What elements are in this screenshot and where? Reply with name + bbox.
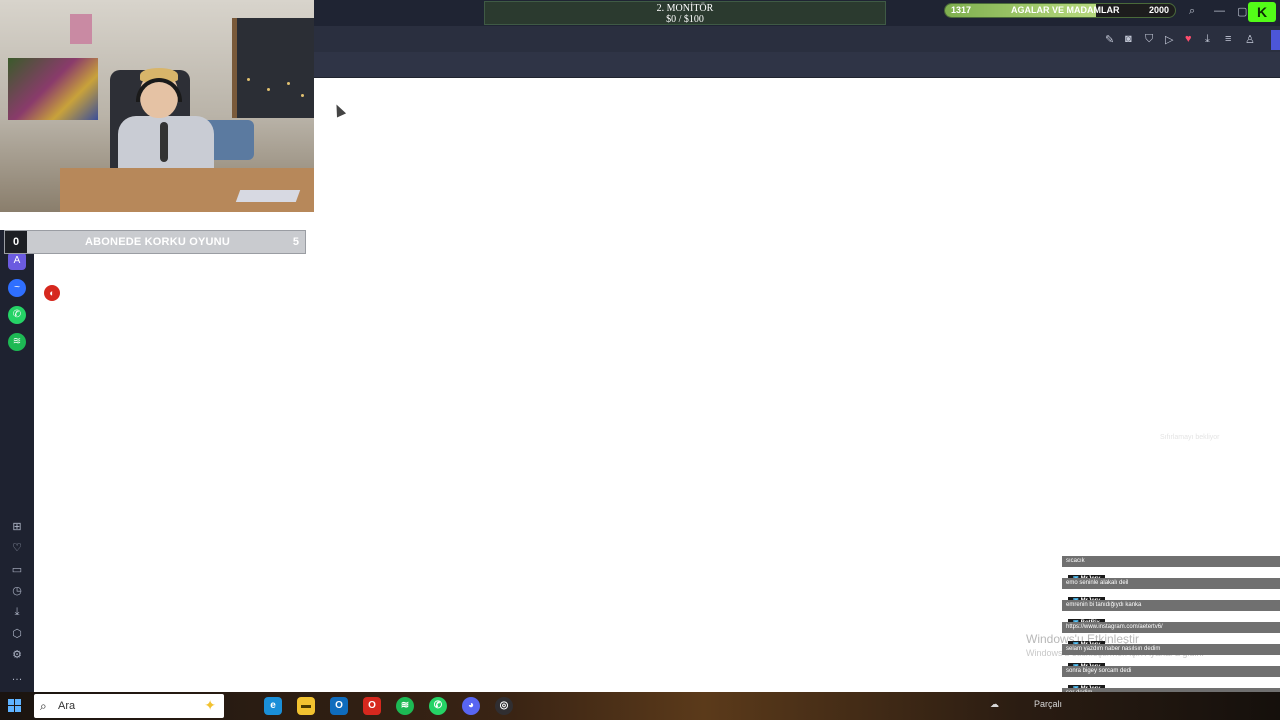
menu-icon[interactable]: ≡ (1225, 33, 1231, 45)
chat-username-row: ▣MrJery (1062, 655, 1280, 672)
chat-username-row: ▣MrJery (1062, 589, 1280, 606)
start-icon[interactable] (8, 699, 22, 713)
heart-icon[interactable]: ♥ (1185, 33, 1192, 45)
browser-sidebar: A ~ ✆ ≋ ⊞ ♡ ▭ ◷ ⤓ ⬡ ⚙ … (0, 230, 34, 692)
sub-goal-target: 2000 (1148, 5, 1169, 15)
goal-label: ABONEDE KORKU OYUNU (85, 236, 230, 248)
chat-username-row: ▣MrJery (1062, 633, 1280, 650)
room-window (232, 18, 314, 118)
chat-username-row: ▣MrJery (1062, 677, 1280, 694)
chat-message-text: emrenin bi tanıdığıydı kanka (1062, 600, 1280, 611)
aria-icon[interactable]: A (8, 252, 26, 270)
grid-icon[interactable]: ⊞ (10, 520, 24, 534)
goal-current: 0 (5, 231, 27, 253)
spotify-icon[interactable]: ≋ (8, 333, 26, 351)
shield-icon[interactable]: ⛉ (1145, 33, 1153, 46)
message-icon[interactable]: ▭ (10, 563, 24, 577)
heart-icon[interactable]: ♡ (10, 541, 24, 555)
chat-username-row: ▣BotRix (1062, 611, 1280, 628)
wall-poster (8, 58, 98, 120)
faint-status-text: Sıfırlamayı bekliyor (1160, 434, 1220, 441)
monitor-title: 2. MONİTÖR (656, 3, 714, 14)
opera-gx-icon[interactable]: ◐ (44, 285, 60, 301)
sub-goal-label: AGALAR VE MADAMLAR (1011, 5, 1120, 15)
chat-message-row: sıcacık (1062, 556, 1280, 567)
browser-toolbar: ✎ ◙ ⛉ ▷ ♥ ⤓ ≡ ♙ (314, 26, 1280, 52)
chat-message-row: https://www.instagram.com/aetertv6/ (1062, 622, 1280, 633)
discord-icon[interactable]: ◕ (462, 697, 480, 715)
camera-icon[interactable]: ◙ (1125, 33, 1132, 45)
keyboard (235, 190, 301, 202)
chat-message-row: emo seninle alakalı deil (1062, 578, 1280, 589)
goal-target: 5 (292, 236, 299, 248)
explorer-icon[interactable]: ▬ (297, 697, 315, 715)
chat-message-text: sıcacık (1062, 556, 1280, 567)
settings-icon[interactable]: ⚙ (10, 648, 24, 662)
spotify-icon[interactable]: ≋ (396, 697, 414, 715)
wall-poster-small (70, 14, 92, 44)
webcam-feed (0, 0, 314, 212)
kick-logo: K (1248, 2, 1276, 22)
tab-strip (314, 52, 1280, 78)
sub-goal-current: 1317 (951, 5, 972, 15)
chat-message-text: selam yazdım naber nasılsın dedim (1062, 644, 1280, 655)
minimize-icon[interactable]: — (1214, 5, 1225, 17)
search-placeholder: Ara (58, 700, 76, 712)
chat-message-row: selam yazdım naber nasılsın dedim (1062, 644, 1280, 655)
download-icon[interactable]: ⤓ (1205, 33, 1210, 46)
weather-text: Parçalı (1034, 699, 1063, 709)
chat-message-text: https://www.instagram.com/aetertv6/ (1062, 622, 1280, 633)
chat-message-row: emrenin bi tanıdığıydı kanka (1062, 600, 1280, 611)
profile-icon[interactable]: ♙ (1245, 33, 1255, 46)
play-icon[interactable]: ▷ (1165, 33, 1173, 46)
sub-goal-widget: 0 ABONEDE KORKU OYUNU 5 (4, 230, 306, 254)
weather-icon[interactable]: ☁ (990, 699, 999, 710)
search-icon: ⌕ (40, 699, 47, 713)
copilot-spark-icon: ✦ (204, 697, 216, 713)
obs-icon[interactable]: ◎ (495, 697, 513, 715)
box-icon[interactable]: ⬡ (10, 627, 24, 641)
edge-icon[interactable]: e (264, 697, 282, 715)
search-icon[interactable]: ⌕ (1189, 5, 1195, 18)
whatsapp-icon[interactable]: ✆ (429, 697, 447, 715)
sub-goal-bar: 1317 AGALAR VE MADAMLAR 2000 (944, 3, 1176, 18)
more-icon[interactable]: … (10, 670, 24, 684)
history-icon[interactable]: ◷ (10, 584, 24, 598)
taskbar-search[interactable]: ⌕ Ara ✦ (34, 694, 224, 718)
download-icon[interactable]: ⤓ (10, 605, 24, 619)
outlook-icon[interactable]: O (330, 697, 348, 715)
monitor-donation-goal: 2. MONİTÖR $0 / $100 (484, 1, 886, 25)
maximize-icon[interactable]: ▢ (1237, 5, 1247, 18)
chat-message-text: emo seninle alakalı deil (1062, 578, 1280, 589)
windows-taskbar: ⌕ Ara ✦ e ▬ O O ≋ ✆ ◕ ◎ ☁ Parçalı (0, 692, 1280, 720)
microphone (160, 122, 168, 162)
messenger-icon[interactable]: ~ (8, 279, 26, 297)
edit-icon[interactable]: ✎ (1105, 33, 1114, 46)
chat-username-row: ▣MrJery (1062, 567, 1280, 584)
chat-message-text: sonra bigey sorcam dedi (1062, 666, 1280, 677)
opera-icon[interactable]: O (363, 697, 381, 715)
sidebar-toggle[interactable] (1271, 30, 1280, 50)
chat-message-row: sonra bigey sorcam dedi (1062, 666, 1280, 677)
monitor-amount: $0 / $100 (666, 14, 704, 25)
whatsapp-icon[interactable]: ✆ (8, 306, 26, 324)
